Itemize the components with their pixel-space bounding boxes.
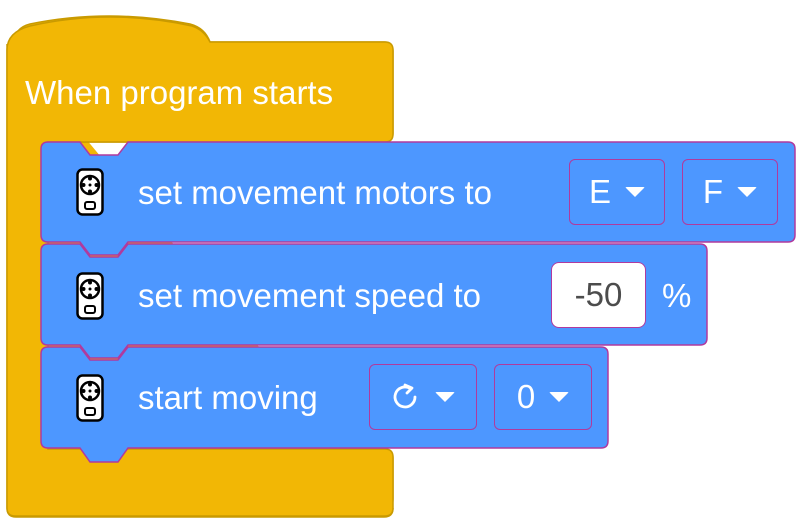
caret-down-icon [737, 187, 758, 197]
speed-input[interactable]: -50 [551, 262, 646, 328]
motor-left-value: E [588, 173, 611, 210]
hat-block-label: When program starts [25, 74, 334, 111]
set-movement-speed-label: set movement speed to [138, 277, 482, 314]
remote-controller-icon [76, 374, 104, 422]
caret-down-icon [435, 392, 455, 402]
percent-suffix: % [662, 277, 692, 314]
motor-right-dropdown[interactable]: F [682, 159, 778, 225]
motor-right-value: F [702, 173, 724, 210]
caret-down-icon [549, 392, 570, 402]
remote-controller-icon [76, 168, 104, 216]
angle-value: 0 [516, 378, 536, 415]
clockwise-rotate-icon [393, 383, 417, 409]
remote-controller-icon [76, 272, 104, 320]
angle-dropdown[interactable]: 0 [494, 364, 592, 430]
motor-left-dropdown[interactable]: E [569, 159, 665, 225]
direction-dropdown[interactable] [369, 364, 477, 430]
start-moving-label: start moving [138, 379, 318, 416]
set-movement-motors-label: set movement motors to [138, 174, 492, 211]
caret-down-icon [625, 187, 645, 197]
